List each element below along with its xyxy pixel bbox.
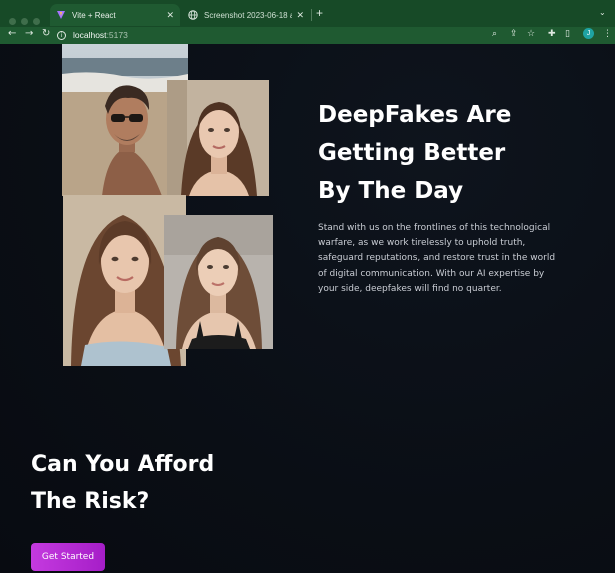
site-info-icon[interactable]: i [57, 30, 66, 40]
tab-divider [311, 9, 312, 21]
profile-avatar[interactable]: J [583, 28, 594, 39]
minimize-window-dot[interactable] [21, 18, 28, 25]
risk-headline-line: Can You Afford [31, 452, 215, 477]
address-bar[interactable]: i localhost:5173 [57, 28, 485, 42]
tab-title: Vite + React [72, 10, 116, 20]
tab-vite-react[interactable]: Vite + React ✕ [50, 4, 180, 26]
reload-icon[interactable]: ↻ [42, 28, 50, 39]
close-icon[interactable]: ✕ [166, 10, 174, 21]
risk-headline: Can You Afford The Risk? [31, 446, 291, 520]
extensions-icon[interactable]: ✚ [548, 29, 556, 39]
globe-icon [188, 10, 198, 20]
hero-headline-line: By The Day [318, 178, 464, 204]
sidebar-icon[interactable]: ▯ [565, 29, 570, 39]
tab-bar: Vite + React ✕ Screenshot 2023-06-18 at … [0, 0, 615, 27]
maximize-window-dot[interactable] [33, 18, 40, 25]
hero-description: Stand with us on the frontlines of this … [318, 223, 556, 294]
share-icon[interactable]: ⇪ [510, 29, 518, 39]
hero-headline-line: Getting Better [318, 140, 506, 166]
chevron-down-icon[interactable]: ⌄ [599, 8, 606, 17]
address-host: localhost [73, 30, 107, 40]
risk-headline-line: The Risk? [31, 489, 150, 514]
tab-screenshot[interactable]: Screenshot 2023-06-18 at 1.1 ✕ [182, 4, 310, 26]
vite-icon [56, 10, 66, 20]
get-started-button[interactable]: Get Started [31, 543, 105, 571]
address-port: :5173 [106, 30, 128, 40]
tab-title: Screenshot 2023-06-18 at 1.1 [204, 10, 293, 20]
browser-chrome: Vite + React ✕ Screenshot 2023-06-18 at … [0, 0, 615, 44]
zoom-icon[interactable]: ⌕ [492, 29, 497, 39]
menu-kebab-icon[interactable]: ⋮ [603, 29, 612, 39]
forward-icon[interactable]: → [25, 28, 33, 39]
hero-headline: DeepFakes Are Getting Better By The Day [318, 96, 578, 210]
deepfake-photo-woman-1 [167, 80, 269, 196]
close-window-dot[interactable] [9, 18, 16, 25]
back-icon[interactable]: ← [8, 28, 16, 39]
deepfake-photo-woman-3 [164, 215, 273, 349]
new-tab-icon[interactable]: + [316, 6, 323, 20]
hero-headline-line: DeepFakes Are [318, 102, 512, 128]
bookmark-star-icon[interactable]: ☆ [527, 29, 535, 39]
close-icon[interactable]: ✕ [296, 10, 304, 21]
